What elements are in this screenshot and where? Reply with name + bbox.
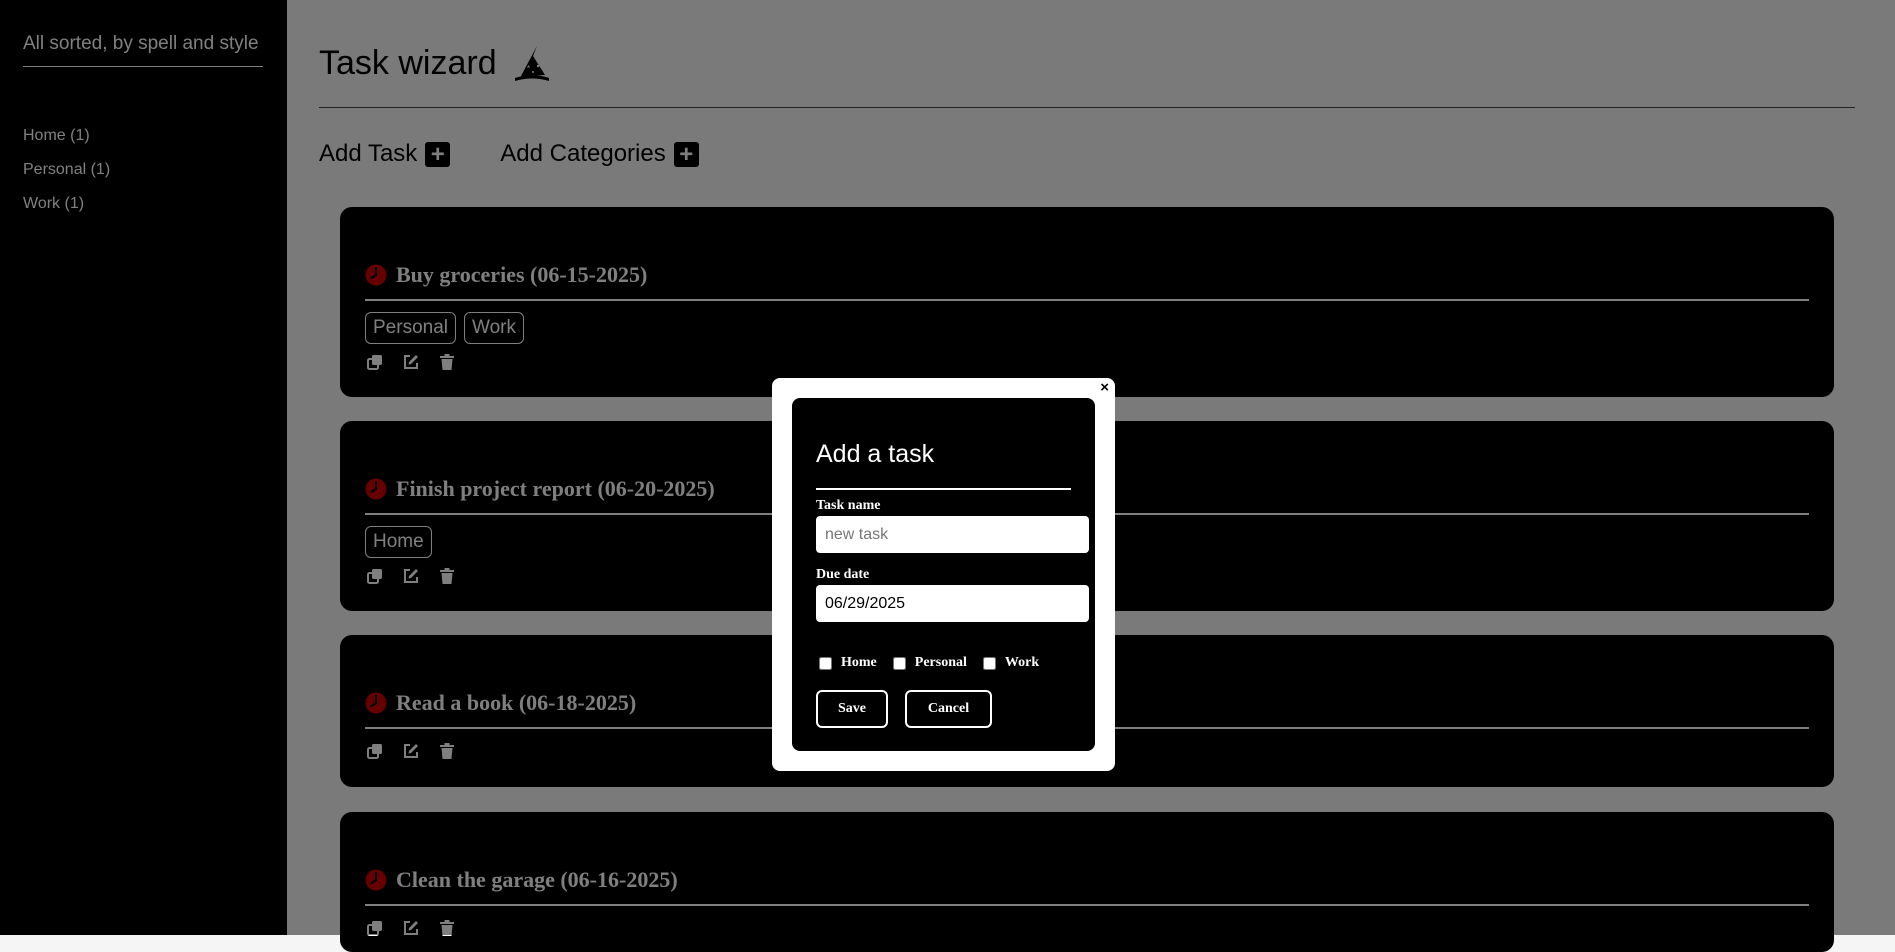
add-task-modal: × Add a task Task name Due date Home Per… <box>772 378 1115 771</box>
category-checkbox-work[interactable] <box>982 656 996 670</box>
modal-title: Add a task <box>816 440 935 468</box>
category-option-home[interactable]: Home <box>819 655 877 671</box>
category-checkbox-personal[interactable] <box>892 656 906 670</box>
task-name-label: Task name <box>816 498 881 513</box>
save-button[interactable]: Save <box>816 690 888 728</box>
task-name-input[interactable] <box>816 516 1089 553</box>
category-option-label: Personal <box>914 655 967 670</box>
due-date-input[interactable] <box>816 585 1089 622</box>
category-checkboxes: Home Personal Work <box>819 655 1055 671</box>
modal-panel: Add a task Task name Due date Home Perso… <box>792 398 1095 751</box>
modal-divider <box>816 488 1071 490</box>
category-checkbox-home[interactable] <box>819 656 832 670</box>
cancel-button[interactable]: Cancel <box>905 690 992 728</box>
due-date-label: Due date <box>816 567 870 582</box>
category-option-work[interactable]: Work <box>982 655 1040 671</box>
category-option-label: Home <box>841 655 877 670</box>
category-option-personal[interactable]: Personal <box>892 655 967 671</box>
close-icon[interactable]: × <box>1100 379 1109 396</box>
category-option-label: Work <box>1004 655 1040 670</box>
